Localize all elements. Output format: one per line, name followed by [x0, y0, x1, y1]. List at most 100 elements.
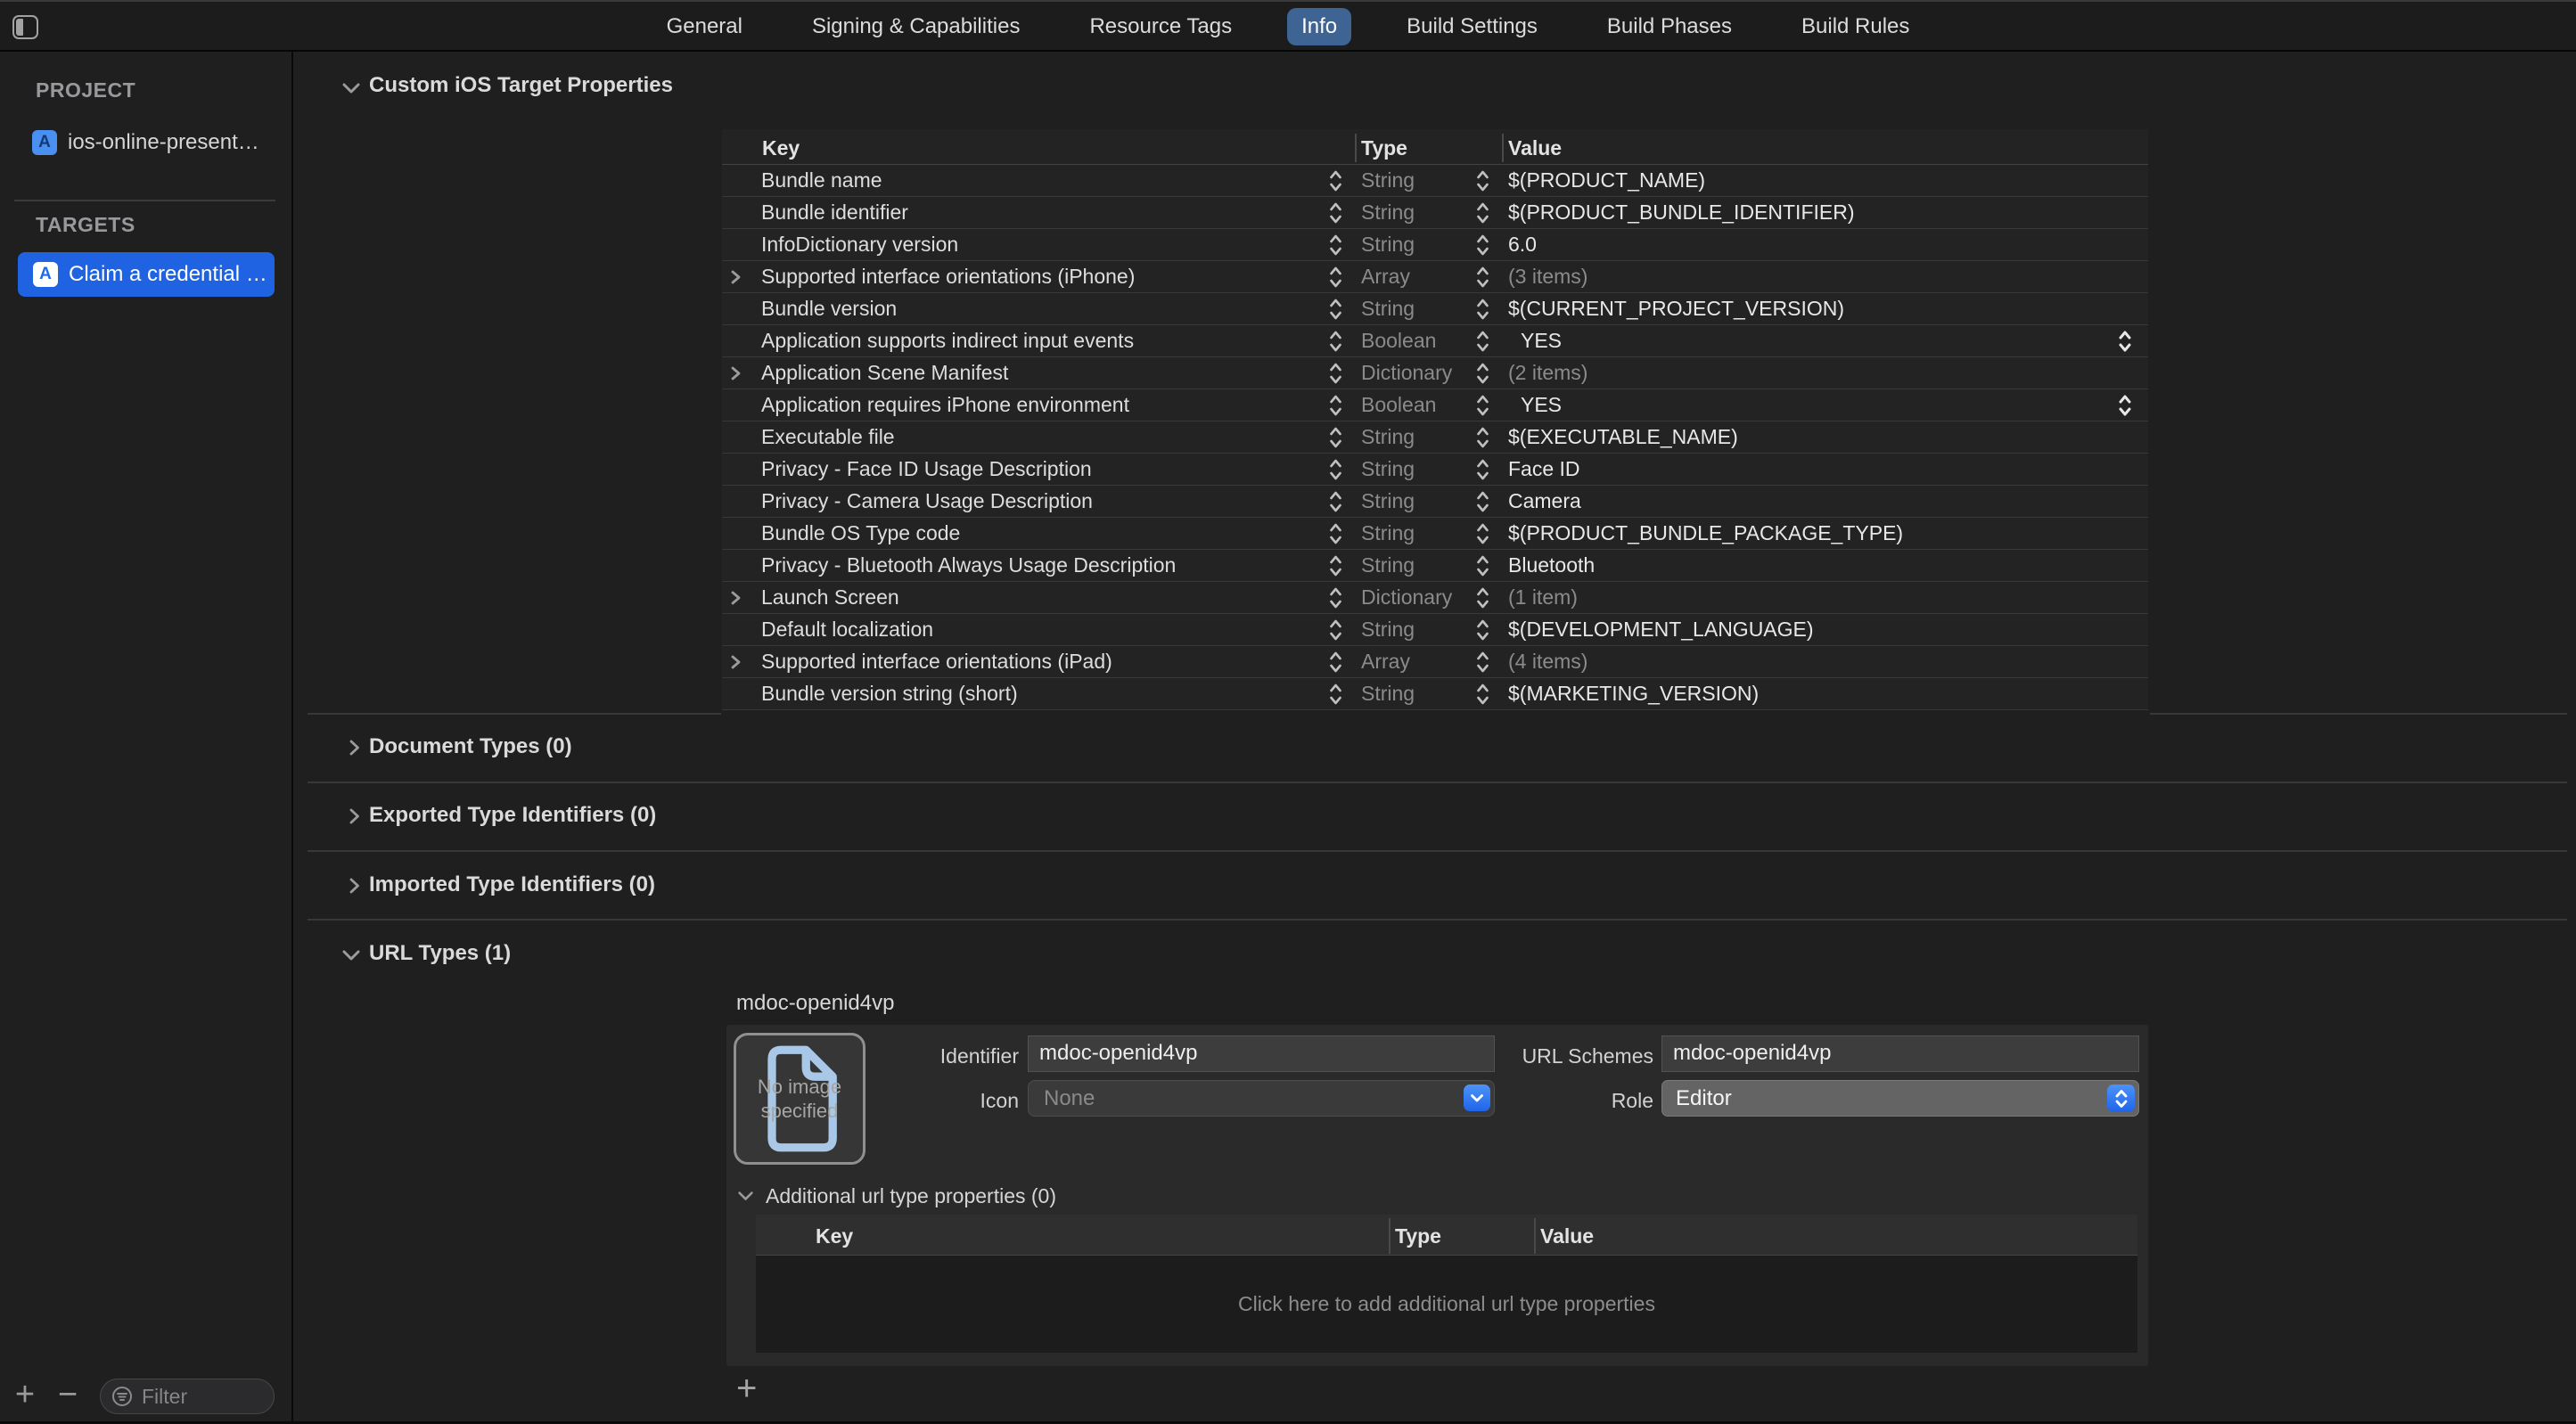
property-key[interactable]: Application Scene Manifest [761, 361, 1325, 385]
stepper-icon[interactable] [1329, 393, 1342, 418]
tab-signing-capabilities[interactable]: Signing & Capabilities [798, 8, 1034, 45]
property-value[interactable]: YES [1508, 329, 2148, 353]
property-row[interactable]: Bundle OS Type codeString$(PRODUCT_BUNDL… [722, 518, 2148, 550]
property-row[interactable]: Supported interface orientations (iPhone… [722, 261, 2148, 293]
property-value[interactable]: $(CURRENT_PROJECT_VERSION) [1508, 297, 2148, 321]
stepper-icon[interactable] [1476, 682, 1489, 707]
property-value[interactable]: Bluetooth [1508, 553, 2148, 577]
property-key[interactable]: Launch Screen [761, 585, 1325, 610]
property-key[interactable]: Bundle identifier [761, 201, 1325, 225]
property-value[interactable]: (1 item) [1508, 585, 2148, 610]
disclosure-open-icon[interactable] [341, 949, 361, 962]
property-key[interactable]: Application supports indirect input even… [761, 329, 1325, 353]
property-row[interactable]: Privacy - Face ID Usage DescriptionStrin… [722, 454, 2148, 486]
stepper-icon[interactable] [1329, 233, 1342, 258]
stepper-icon[interactable] [1476, 521, 1489, 546]
property-key[interactable]: Bundle version string (short) [761, 682, 1325, 706]
stepper-icon[interactable] [1476, 585, 1489, 610]
property-key[interactable]: InfoDictionary version [761, 233, 1325, 257]
property-row[interactable]: Launch ScreenDictionary(1 item) [722, 582, 2148, 614]
disclosure-closed-icon[interactable] [729, 653, 742, 671]
popup-icon[interactable] [2107, 1084, 2135, 1112]
property-key[interactable]: Executable file [761, 425, 1325, 449]
stepper-icon[interactable] [1476, 457, 1489, 482]
property-key[interactable]: Supported interface orientations (iPad) [761, 650, 1325, 674]
stepper-icon[interactable] [1476, 168, 1489, 193]
stepper-icon[interactable] [1476, 393, 1489, 418]
stepper-icon[interactable] [1476, 553, 1489, 578]
stepper-icon[interactable] [1476, 265, 1489, 290]
property-key[interactable]: Supported interface orientations (iPhone… [761, 265, 1325, 289]
property-key[interactable]: Privacy - Face ID Usage Description [761, 457, 1325, 481]
disclosure-open-icon[interactable] [737, 1191, 754, 1202]
identifier-field[interactable]: mdoc-openid4vp [1028, 1035, 1495, 1072]
property-key[interactable]: Bundle version [761, 297, 1325, 321]
popup-icon[interactable] [2118, 393, 2132, 417]
stepper-icon[interactable] [1476, 489, 1489, 514]
property-row[interactable]: Application Scene ManifestDictionary(2 i… [722, 357, 2148, 389]
stepper-icon[interactable] [1476, 618, 1489, 642]
stepper-icon[interactable] [1329, 425, 1342, 450]
disclosure-closed-icon[interactable] [348, 738, 361, 757]
add-target-button[interactable]: + [7, 1376, 43, 1417]
popup-icon[interactable] [2118, 329, 2132, 353]
stepper-icon[interactable] [1329, 361, 1342, 386]
property-value[interactable]: $(PRODUCT_BUNDLE_PACKAGE_TYPE) [1508, 521, 2148, 545]
disclosure-open-icon[interactable] [341, 82, 361, 95]
filter-field[interactable] [100, 1379, 275, 1414]
property-row[interactable]: Application supports indirect input even… [722, 325, 2148, 357]
section-document-types[interactable]: Document Types (0) [369, 734, 572, 759]
tab-build-rules[interactable]: Build Rules [1787, 8, 1924, 45]
sidebar-item-project[interactable]: A ios-online-presenta… [32, 123, 264, 162]
stepper-icon[interactable] [1329, 265, 1342, 290]
property-key[interactable]: Privacy - Bluetooth Always Usage Descrip… [761, 553, 1325, 577]
property-row[interactable]: Default localizationString$(DEVELOPMENT_… [722, 614, 2148, 646]
property-value[interactable]: (4 items) [1508, 650, 2148, 674]
property-row[interactable]: Privacy - Bluetooth Always Usage Descrip… [722, 550, 2148, 582]
additional-properties-empty-area[interactable]: Click here to add additional url type pr… [756, 1256, 2137, 1353]
stepper-icon[interactable] [1476, 201, 1489, 225]
custom-properties-title[interactable]: Custom iOS Target Properties [369, 73, 673, 98]
disclosure-closed-icon[interactable] [348, 806, 361, 826]
section-url-types[interactable]: URL Types (1) [369, 941, 511, 966]
property-row[interactable]: Supported interface orientations (iPad)A… [722, 646, 2148, 678]
tab-build-phases[interactable]: Build Phases [1593, 8, 1746, 45]
property-key[interactable]: Application requires iPhone environment [761, 393, 1325, 417]
add-url-type-button[interactable]: + [736, 1369, 757, 1409]
property-row[interactable]: Bundle nameString$(PRODUCT_NAME) [722, 165, 2148, 197]
property-value[interactable]: (2 items) [1508, 361, 2148, 385]
stepper-icon[interactable] [1329, 168, 1342, 193]
role-popup[interactable]: Editor [1661, 1080, 2139, 1117]
property-value[interactable]: $(DEVELOPMENT_LANGUAGE) [1508, 618, 2148, 642]
url-type-image-well[interactable]: No image specified [734, 1033, 866, 1165]
property-value[interactable]: 6.0 [1508, 233, 2148, 257]
tab-general[interactable]: General [652, 8, 757, 45]
property-row[interactable]: Bundle version string (short)String$(MAR… [722, 678, 2148, 710]
sidebar-item-target-selected[interactable]: A Claim a credential t… [18, 252, 275, 297]
property-value[interactable]: Face ID [1508, 457, 2148, 481]
property-row[interactable]: Privacy - Camera Usage DescriptionString… [722, 486, 2148, 518]
property-key[interactable]: Bundle OS Type code [761, 521, 1325, 545]
property-row[interactable]: Bundle versionString$(CURRENT_PROJECT_VE… [722, 293, 2148, 325]
stepper-icon[interactable] [1329, 585, 1342, 610]
stepper-icon[interactable] [1476, 361, 1489, 386]
property-key[interactable]: Privacy - Camera Usage Description [761, 489, 1325, 513]
stepper-icon[interactable] [1329, 618, 1342, 642]
stepper-icon[interactable] [1329, 521, 1342, 546]
property-value[interactable]: (3 items) [1508, 265, 2148, 289]
url-schemes-field[interactable]: mdoc-openid4vp [1661, 1035, 2139, 1072]
filter-input[interactable] [142, 1385, 249, 1409]
stepper-icon[interactable] [1476, 233, 1489, 258]
property-value[interactable]: Camera [1508, 489, 2148, 513]
tab-info[interactable]: Info [1287, 8, 1351, 45]
add-properties-hint[interactable]: Click here to add additional url type pr… [1238, 1292, 1655, 1316]
stepper-icon[interactable] [1476, 425, 1489, 450]
dropdown-icon[interactable] [1464, 1084, 1490, 1111]
stepper-icon[interactable] [1329, 682, 1342, 707]
stepper-icon[interactable] [1329, 457, 1342, 482]
stepper-icon[interactable] [1329, 201, 1342, 225]
property-key[interactable]: Bundle name [761, 168, 1325, 192]
disclosure-closed-icon[interactable] [729, 364, 742, 382]
stepper-icon[interactable] [1329, 553, 1342, 578]
stepper-icon[interactable] [1476, 650, 1489, 675]
